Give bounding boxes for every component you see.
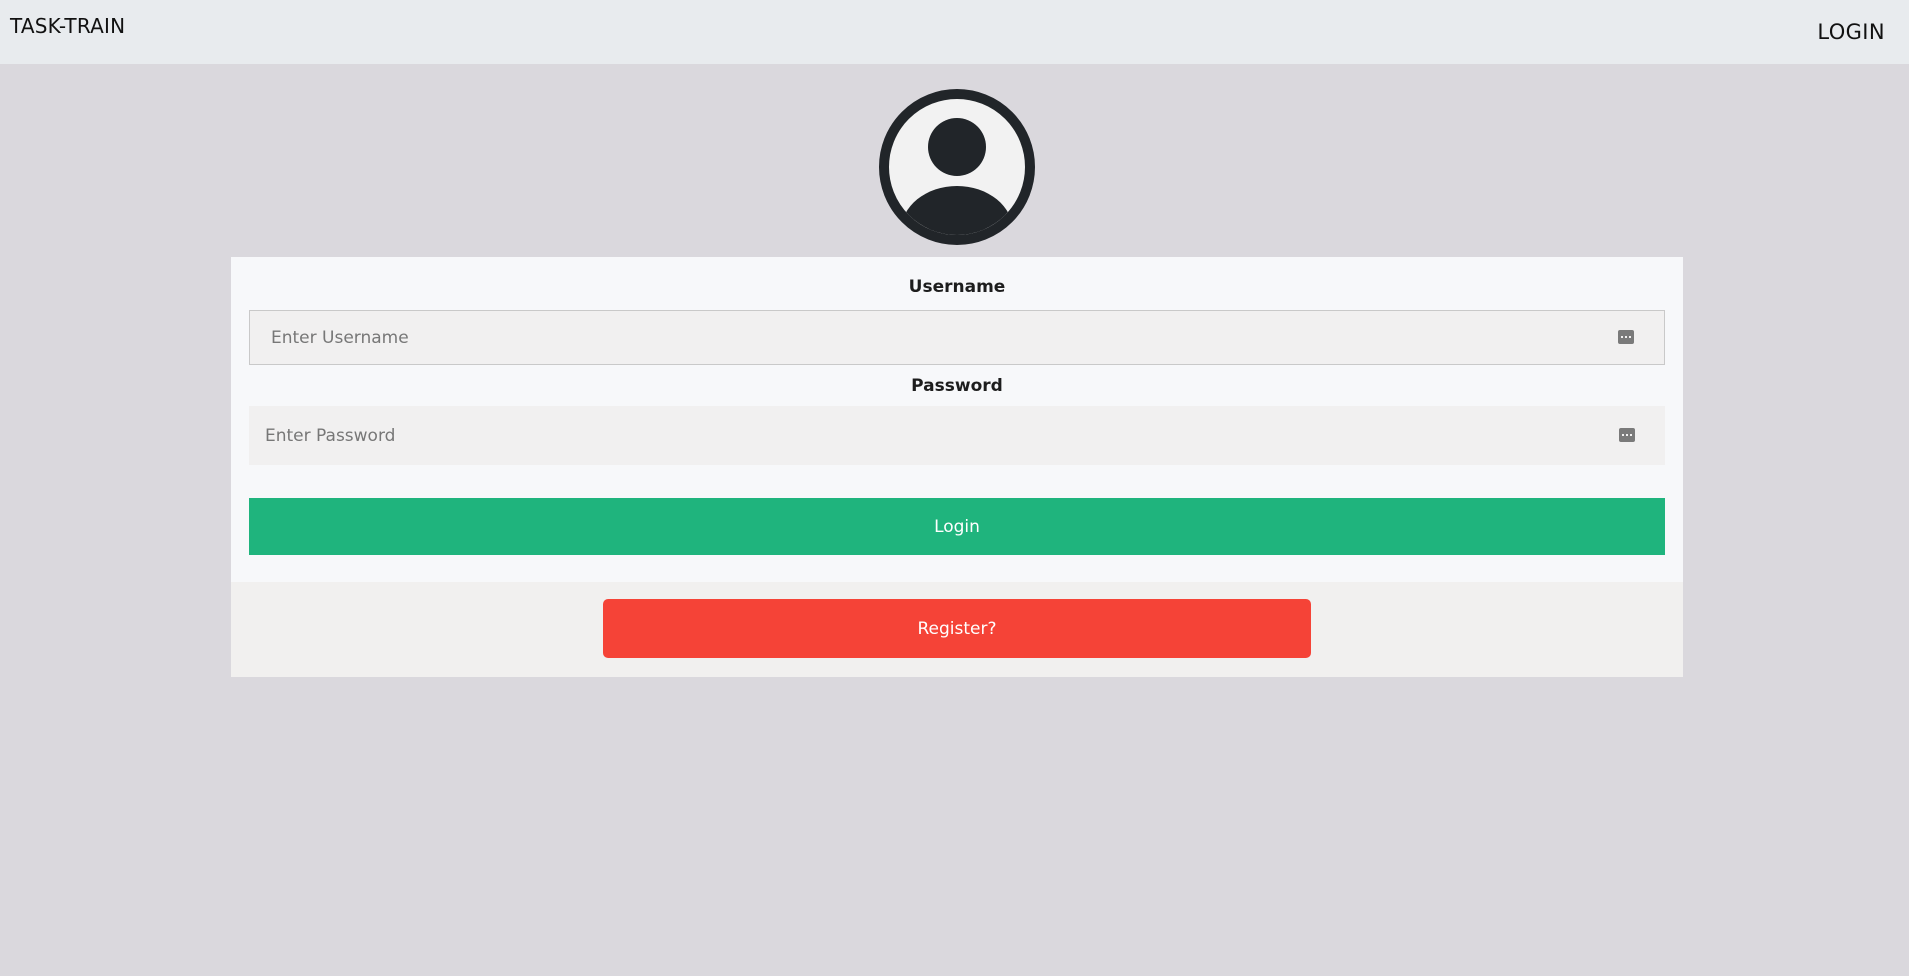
user-circle-icon (879, 89, 1035, 245)
password-input[interactable] (249, 406, 1665, 465)
register-button[interactable]: Register? (603, 599, 1311, 658)
nav-login-link[interactable]: LOGIN (1817, 20, 1885, 44)
password-label: Password (911, 376, 1003, 396)
username-label: Username (908, 277, 1006, 297)
brand-link[interactable]: TASK-TRAIN (10, 14, 125, 38)
password-field (249, 406, 1665, 465)
password-manager-icon[interactable] (1619, 428, 1635, 442)
login-card: Username Password Login Register? (231, 257, 1683, 677)
card-footer: Register? (231, 582, 1683, 677)
navbar: TASK-TRAIN LOGIN (0, 0, 1909, 64)
username-input[interactable] (250, 311, 1664, 364)
password-manager-icon[interactable] (1618, 330, 1634, 344)
login-button[interactable]: Login (249, 498, 1665, 555)
username-field (249, 310, 1665, 365)
